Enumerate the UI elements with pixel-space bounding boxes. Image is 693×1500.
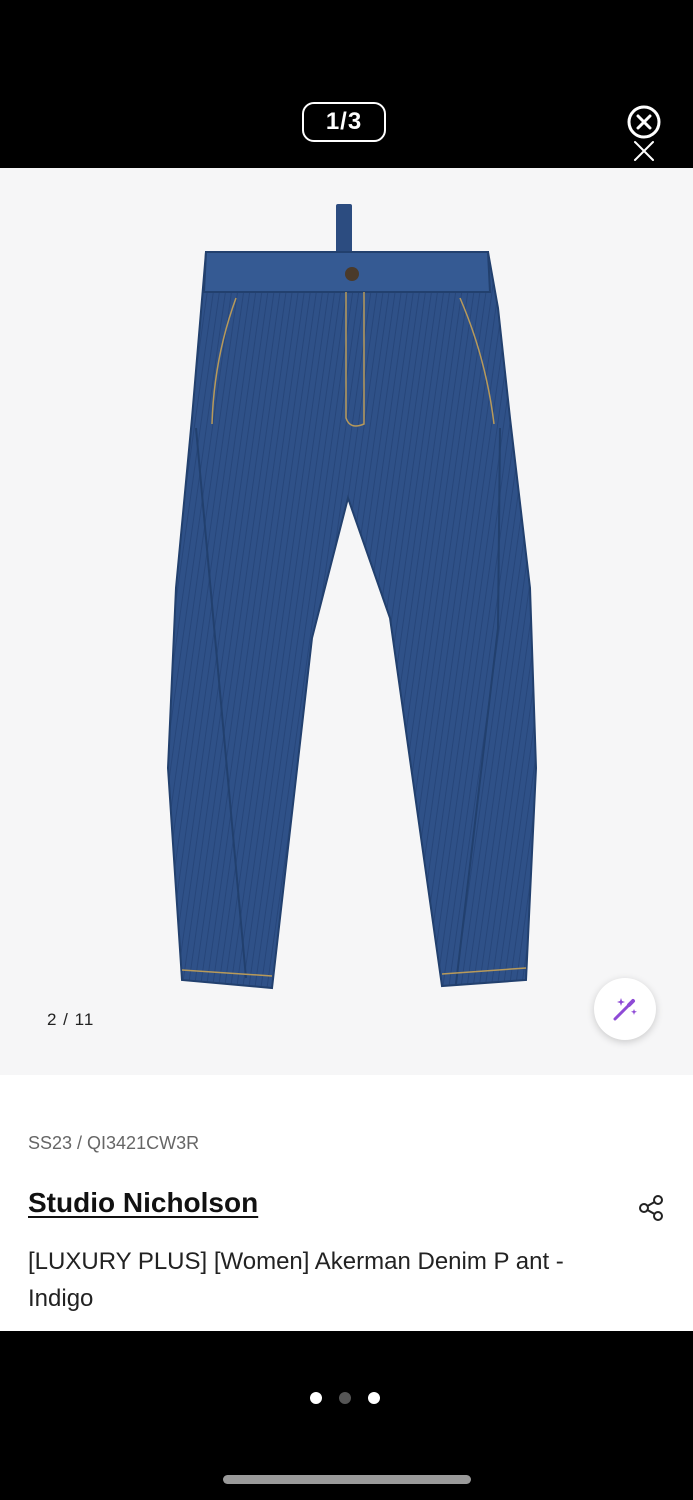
- denim-pants-image: [166, 204, 538, 990]
- magic-wand-icon: [613, 998, 637, 1021]
- viewer-top-bar: 1/3: [0, 0, 693, 168]
- page-dot-1[interactable]: [310, 1392, 322, 1404]
- product-info-panel: SS23 / QI3421CW3R Studio Nicholson [LUXU…: [0, 1075, 693, 1331]
- brand-link[interactable]: Studio Nicholson: [28, 1187, 258, 1219]
- product-sku: SS23 / QI3421CW3R: [28, 1133, 200, 1153]
- image-counter: 2 / 11: [47, 1010, 95, 1029]
- close-circle-icon: [627, 105, 661, 161]
- pagination-dots: [0, 1390, 693, 1406]
- product-name: [LUXURY PLUS] [Women] Akerman Denim P an…: [28, 1248, 564, 1312]
- share-button[interactable]: [637, 1193, 667, 1223]
- close-button[interactable]: [622, 102, 666, 164]
- page-counter: 1/3: [302, 102, 386, 142]
- product-image[interactable]: [0, 168, 693, 1075]
- share-icon: [639, 1195, 663, 1221]
- page-dot-3[interactable]: [368, 1392, 380, 1404]
- home-indicator[interactable]: [223, 1475, 471, 1484]
- magic-wand-button[interactable]: [594, 978, 656, 1040]
- page-dot-2[interactable]: [339, 1392, 351, 1404]
